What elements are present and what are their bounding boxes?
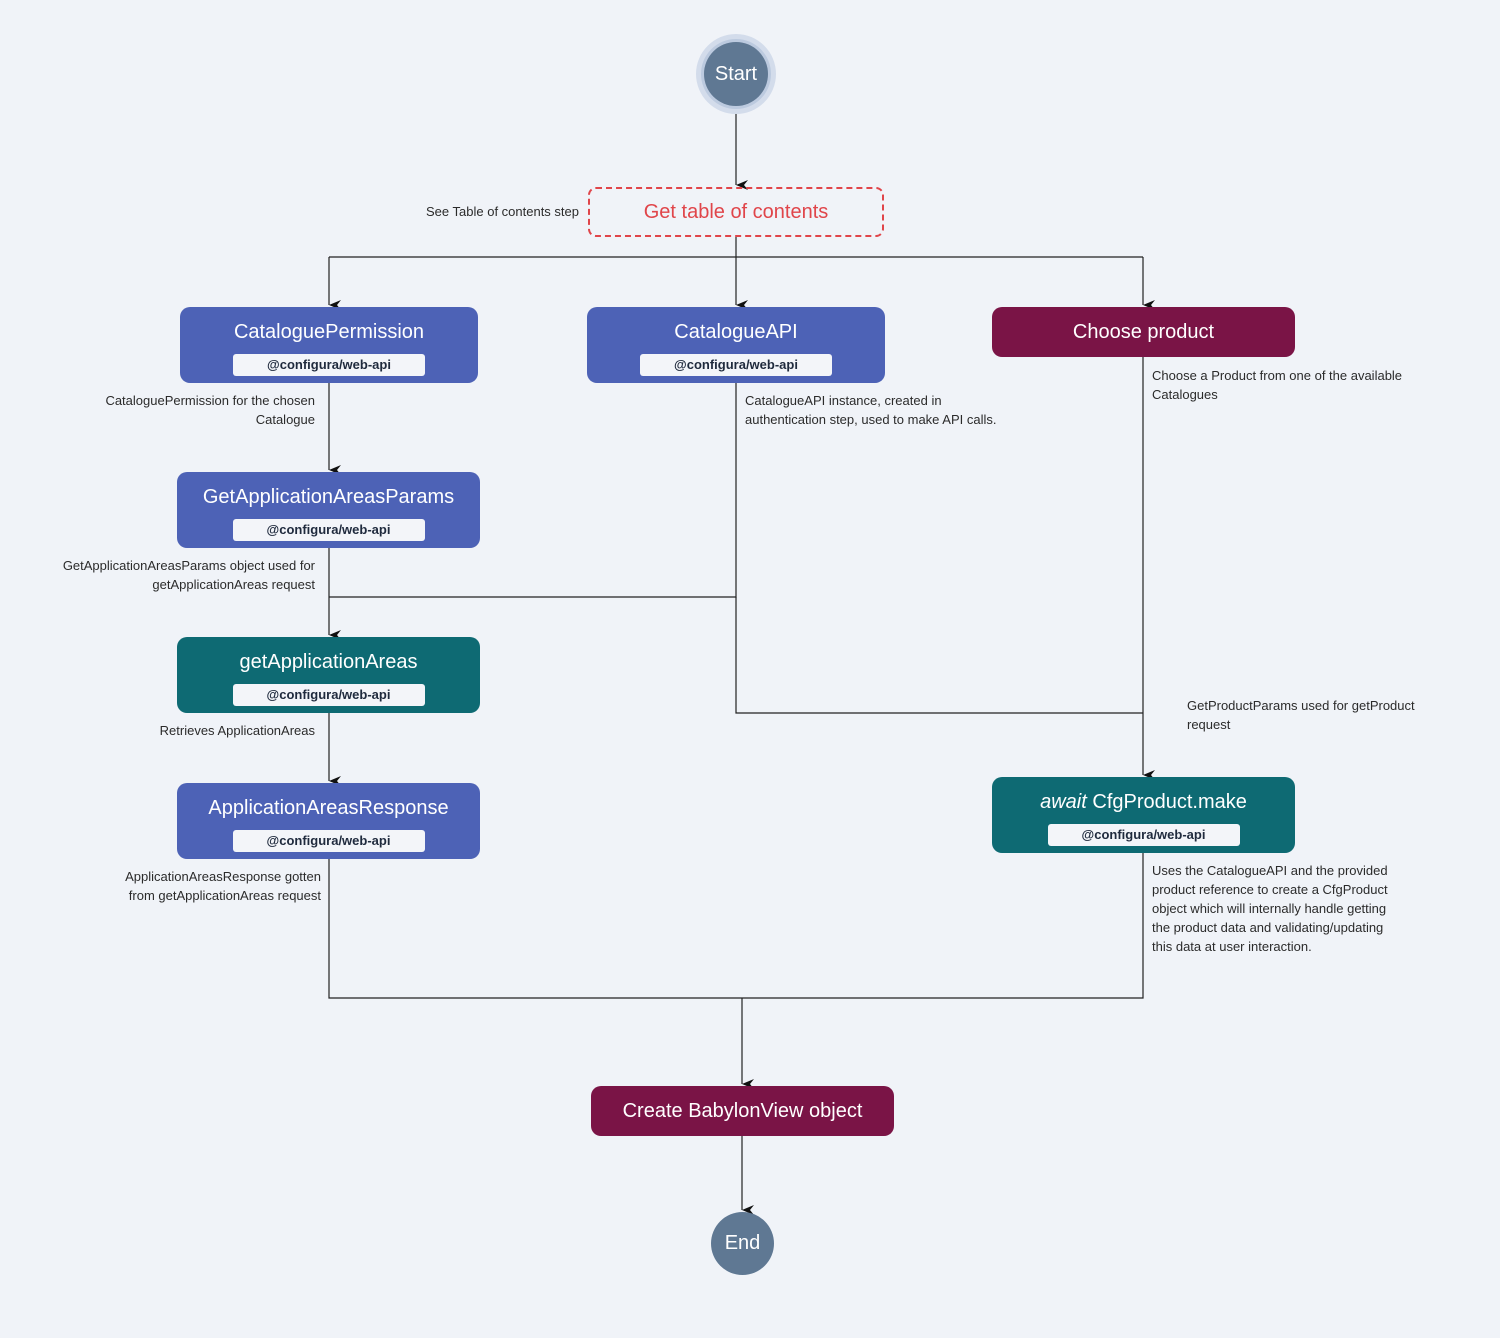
node-title: GetApplicationAreasParams — [202, 486, 455, 508]
create-babylon-view-node[interactable]: Create BabylonView object — [591, 1086, 894, 1136]
application-areas-response-node[interactable]: ApplicationAreasResponse @configura/web-… — [177, 783, 480, 859]
toc-note: See Table of contents step — [426, 204, 579, 219]
get-application-areas-note: Retrieves ApplicationAreas — [159, 723, 315, 738]
catalogue-api-node[interactable]: CatalogueAPI @configura/web-api — [587, 307, 885, 383]
node-title: CataloguePermission — [233, 321, 425, 343]
end-node[interactable]: End — [711, 1212, 774, 1275]
package-badge: @configura/web-api — [640, 354, 832, 376]
cfg-product-make-note: Uses the CatalogueAPI and the provided p… — [1152, 863, 1388, 954]
node-title: await CfgProduct.make — [992, 790, 1295, 814]
start-node[interactable]: Start — [704, 42, 768, 106]
catalogue-permission-note: CataloguePermission for the chosen Catal… — [105, 393, 315, 427]
edge-api-cfgproduct — [735, 597, 1143, 714]
title-text: CfgProduct.make — [1092, 791, 1247, 813]
package-badge: @configura/web-api — [232, 684, 425, 706]
get-application-areas-node[interactable]: getApplicationAreas @configura/web-api — [177, 637, 480, 713]
toc-step[interactable]: Get table of contents — [588, 187, 884, 237]
application-areas-response-note: ApplicationAreasResponse gotten from get… — [125, 869, 321, 903]
get-application-areas-params-note: GetApplicationAreasParams object used fo… — [62, 558, 315, 592]
cfg-product-make-node[interactable]: await CfgProduct.make @configura/web-api — [992, 777, 1295, 853]
node-title: Create BabylonView object — [622, 1100, 863, 1122]
package-badge: @configura/web-api — [232, 830, 425, 852]
get-product-params-note: GetProductParams used for getProduct req… — [1187, 698, 1415, 732]
node-title: Choose product — [1072, 321, 1215, 343]
catalogue-permission-node[interactable]: CataloguePermission @configura/web-api — [180, 307, 478, 383]
package-badge: @configura/web-api — [233, 354, 425, 376]
get-application-areas-params-node[interactable]: GetApplicationAreasParams @configura/web… — [177, 472, 480, 548]
node-title: CatalogueAPI — [674, 321, 798, 343]
catalogue-api-note: CatalogueAPI instance, created in authen… — [745, 393, 997, 427]
edge-response-merge — [328, 853, 1144, 999]
await-keyword: await — [1040, 791, 1087, 813]
choose-product-node[interactable]: Choose product — [992, 307, 1295, 357]
choose-product-note: Choose a Product from one of the availab… — [1152, 368, 1403, 402]
package-badge: @configura/web-api — [232, 519, 425, 541]
node-title: getApplicationAreas — [239, 651, 418, 673]
package-badge: @configura/web-api — [1047, 824, 1240, 846]
node-title: ApplicationAreasResponse — [208, 797, 449, 819]
